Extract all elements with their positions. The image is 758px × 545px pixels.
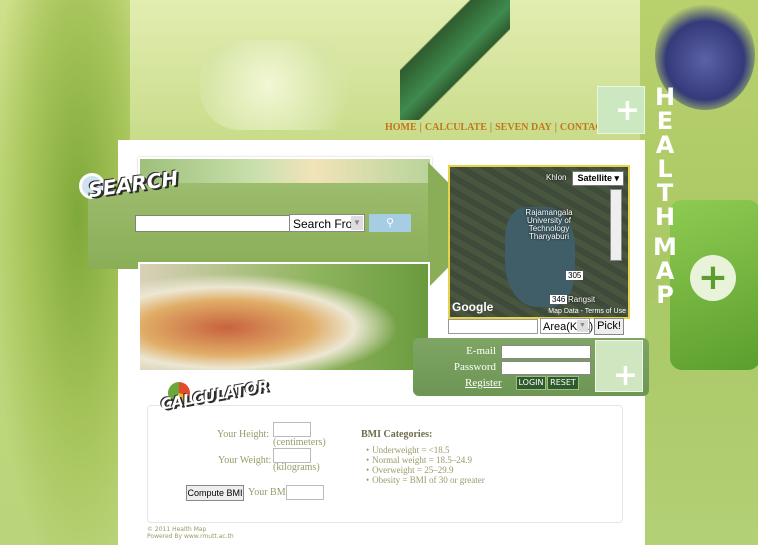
map-label: Rajamangala University of Technology Tha… (525, 208, 573, 241)
google-logo: Google (452, 300, 494, 314)
login-button[interactable]: LOGIN (516, 376, 546, 390)
weight-input[interactable] (273, 448, 311, 463)
email-field[interactable] (501, 345, 591, 359)
area-select[interactable]: Area(Km.) ▼ (540, 318, 593, 334)
height-input[interactable] (273, 422, 311, 437)
powered-by: Powered By www.rmutt.ac.th (147, 533, 234, 540)
list-item: Obesity = BMI of 30 or greater (366, 475, 485, 485)
search-button[interactable]: ⚲ (369, 214, 411, 232)
title-letter: T (656, 179, 674, 207)
bmi-categories-title: BMI Categories: (361, 429, 433, 440)
top-nav: HOME | CALCULATE | SEVEN DAY | CONTACT US (385, 122, 624, 133)
plus-icon: + (595, 340, 643, 393)
site-title: H E A L T H M A P (650, 85, 680, 307)
map-label: Rangsit (568, 295, 596, 304)
bmi-categories-list: Underweight = <18.5 Normal weight = 18.5… (366, 445, 485, 485)
chevron-down-icon: ▼ (577, 320, 588, 332)
height-label: Your Height: (217, 429, 270, 440)
nav-seven-day[interactable]: SEVEN DAY (495, 122, 552, 133)
pick-button[interactable]: Pick! (594, 318, 624, 335)
reset-button[interactable]: RESET (547, 376, 579, 390)
nav-separator: | (554, 122, 557, 133)
search-from-select[interactable]: Search From ▼ (289, 214, 365, 232)
road-badge: 346 (550, 295, 568, 304)
email-label: E-mail (466, 345, 496, 357)
pills-decoration (200, 40, 370, 130)
title-letter: H (654, 83, 676, 111)
title-letter: A (655, 131, 675, 159)
map-type-select[interactable]: Satellite ▾ (572, 171, 624, 186)
title-letter: E (656, 107, 674, 135)
footer: © 2011 Health Map Powered By www.rmutt.a… (147, 526, 234, 540)
food-photo (138, 262, 430, 372)
copyright: © 2011 Health Map (147, 526, 207, 533)
nav-calculate[interactable]: CALCULATE (425, 122, 487, 133)
title-letter: P (656, 281, 674, 309)
list-item: Normal weight = 18.5–24.9 (366, 455, 485, 465)
medical-cross-icon: + (690, 255, 736, 301)
title-letter: L (657, 155, 673, 183)
map-label: Khlon (546, 173, 567, 182)
satellite-map[interactable]: Satellite ▾ Khlon Rajamangala University… (448, 165, 630, 319)
list-item: Underweight = <18.5 (366, 445, 485, 455)
nav-separator: | (489, 122, 493, 133)
nav-home[interactable]: HOME (385, 122, 417, 133)
plus-icon: + (597, 86, 645, 134)
title-letter: H (654, 203, 676, 231)
vegetables-decoration (0, 0, 130, 545)
register-link[interactable]: Register (465, 377, 502, 389)
search-icon: ⚲ (385, 216, 395, 229)
road-badge: 305 (566, 271, 584, 280)
chevron-down-icon: ▼ (351, 216, 363, 230)
password-field[interactable] (501, 361, 591, 375)
area-input[interactable] (448, 319, 538, 334)
bmi-output (286, 485, 324, 500)
map-zoom-control[interactable] (610, 189, 622, 261)
vial-decoration (400, 0, 510, 120)
title-letter: M (653, 233, 677, 261)
title-letter: A (655, 257, 675, 285)
password-label: Password (453, 361, 496, 373)
page-background: + H E A L T H M A P HOME | CALCULATE | SEVEN… (0, 0, 758, 545)
nav-separator: | (419, 122, 422, 133)
weight-label: Your Weight: (218, 455, 272, 466)
weight-unit: (kilograms) (273, 462, 320, 473)
height-unit: (centimeters) (273, 437, 326, 448)
list-item: Overweight = 25–29.9 (366, 465, 485, 475)
compute-bmi-button[interactable]: Compute BMI (186, 485, 244, 501)
search-input[interactable] (135, 215, 291, 232)
map-terms[interactable]: Map Data - Terms of Use (548, 308, 626, 315)
